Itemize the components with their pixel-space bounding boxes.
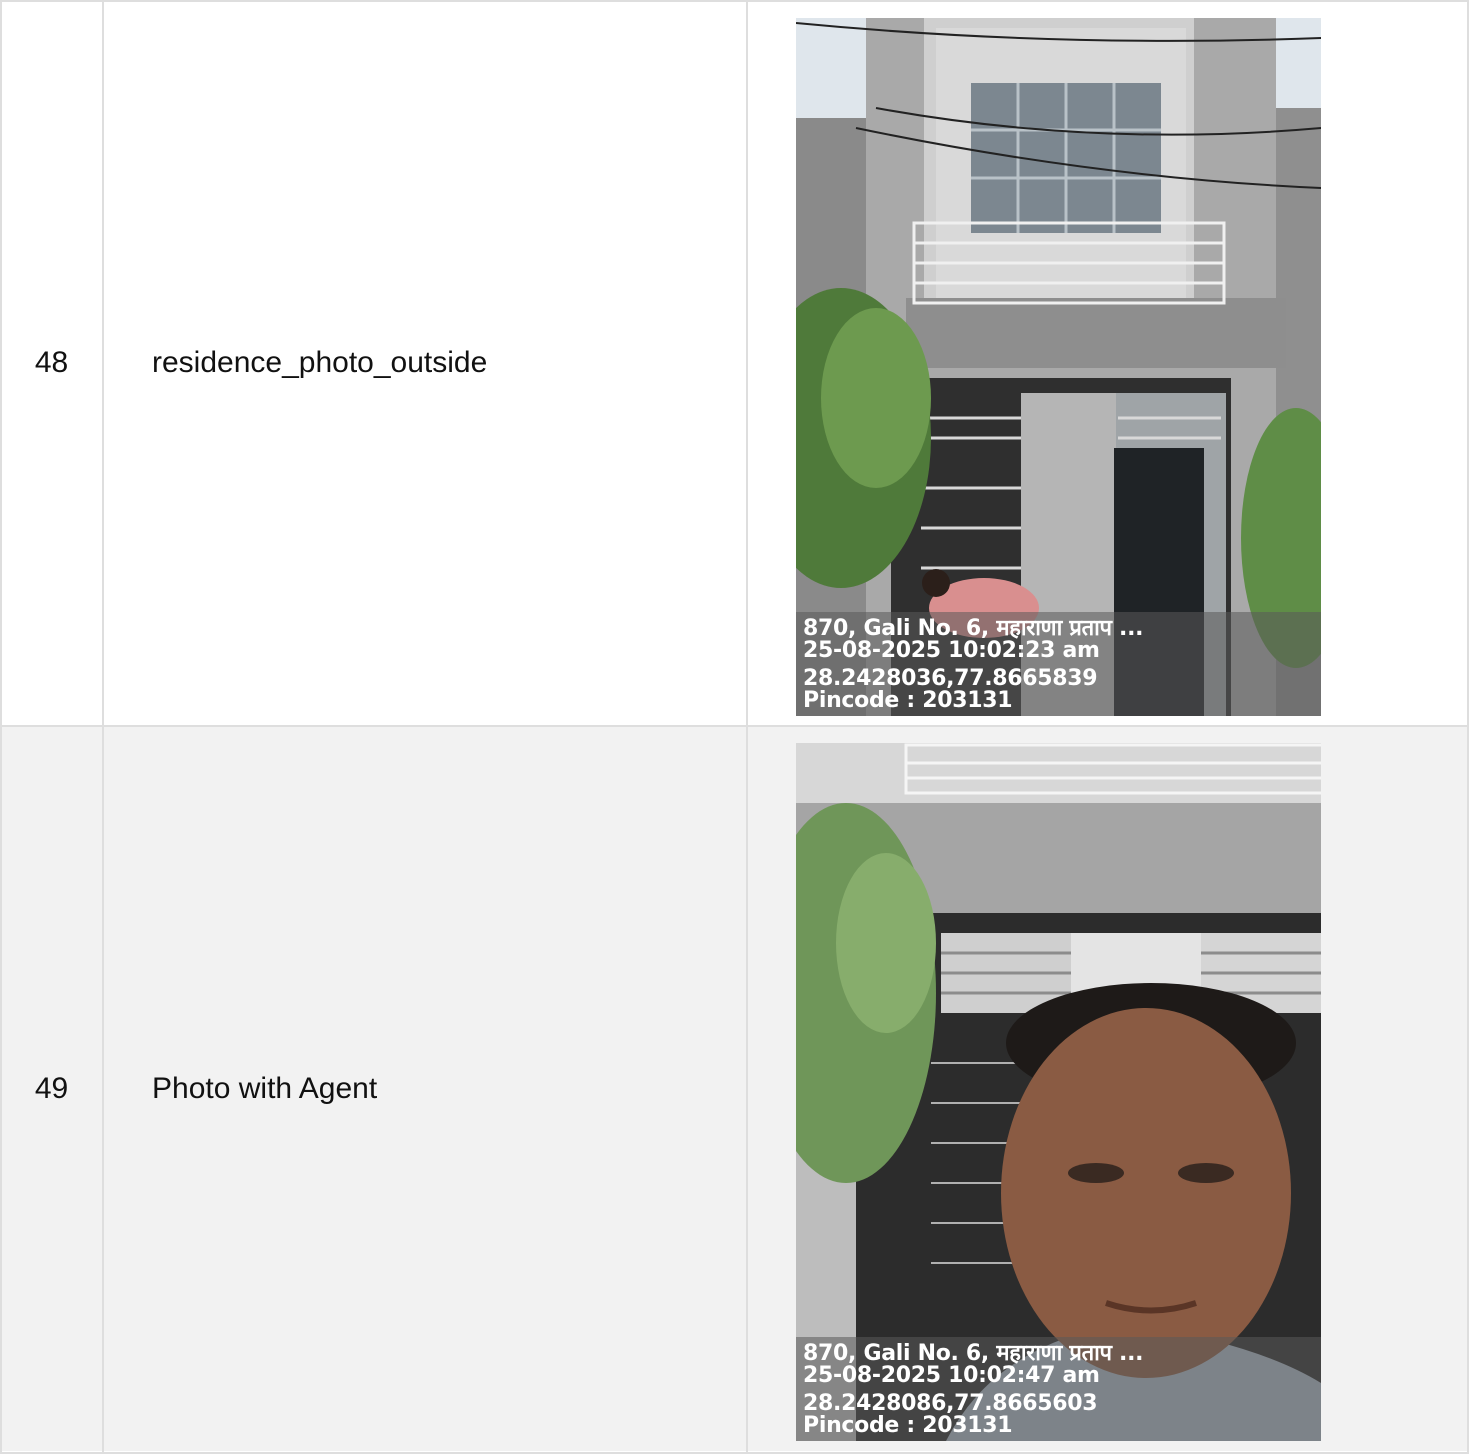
table-row: 48 residence_photo_outside 870, Gali No.… xyxy=(0,0,1469,725)
photo-table: 48 residence_photo_outside 870, Gali No.… xyxy=(0,0,1469,1454)
stamp-datetime: 25-08-2025 10:02:47 am xyxy=(803,1363,1100,1388)
stamp-pincode: Pincode : 203131 xyxy=(803,1413,1013,1438)
stamp-address: 870, Gali No. 6, महाराणा प्रताप ... xyxy=(803,1341,1144,1366)
table-border xyxy=(746,0,748,1454)
residence-photo[interactable]: 870, Gali No. 6, महाराणा प्रताप ... 25-0… xyxy=(796,18,1321,716)
row-label: Photo with Agent xyxy=(152,1071,378,1105)
agent-photo[interactable]: 870, Gali No. 6, महाराणा प्रताप ... 25-0… xyxy=(796,743,1321,1441)
stamp-pincode: Pincode : 203131 xyxy=(803,688,1013,713)
table-border xyxy=(0,0,2,1454)
row-label: residence_photo_outside xyxy=(152,345,488,379)
table-border xyxy=(0,725,1469,727)
table-border xyxy=(102,0,104,1454)
table-border xyxy=(0,0,1469,2)
stamp-coordinates: 28.2428036,77.8665839 xyxy=(803,666,1098,691)
geo-stamp: 870, Gali No. 6, महाराणा प्रताप ... 25-0… xyxy=(796,612,1321,716)
stamp-coordinates: 28.2428086,77.8665603 xyxy=(803,1391,1098,1416)
geo-stamp: 870, Gali No. 6, महाराणा प्रताप ... 25-0… xyxy=(796,1337,1321,1441)
stamp-datetime: 25-08-2025 10:02:23 am xyxy=(803,638,1100,663)
table-row: 49 Photo with Agent 870, Gali No. 6, महा… xyxy=(0,726,1469,1451)
stamp-address: 870, Gali No. 6, महाराणा प्रताप ... xyxy=(803,616,1144,641)
row-number: 49 xyxy=(34,1071,69,1105)
row-number: 48 xyxy=(34,345,69,379)
